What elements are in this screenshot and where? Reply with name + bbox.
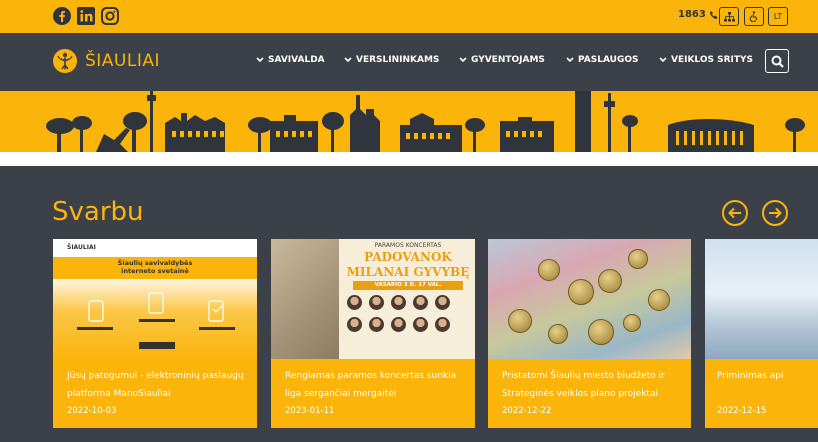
coin-image <box>568 279 594 305</box>
mock-title-line: interneto svetainė <box>121 267 189 275</box>
news-card-image <box>705 239 818 359</box>
coin-image <box>598 269 622 293</box>
nav-item-savivalda[interactable]: SAVIVALDA <box>256 55 325 65</box>
poster-header: PARAMOS KONCERTAS <box>374 242 442 249</box>
chevron-down-icon <box>459 57 467 63</box>
news-card-title: Pristatomi Šiaulių miesto biudžeto ir St… <box>502 371 665 399</box>
chevron-down-icon <box>659 57 667 63</box>
nav-item-verslininkams[interactable]: VERSLININKAMS <box>344 55 439 65</box>
performer-photo <box>435 317 450 332</box>
facebook-icon[interactable] <box>53 7 71 25</box>
phone-icon <box>709 10 718 19</box>
arrow-left-icon <box>728 207 741 219</box>
performer-photo <box>369 295 384 310</box>
language-label: LT <box>773 12 783 21</box>
nav-item-gyventojams[interactable]: GYVENTOJAMS <box>459 55 545 65</box>
news-card[interactable]: Pristatomi Šiaulių miesto biudžeto ir St… <box>488 239 691 428</box>
mock-site-logo: ŠIAULIAI <box>67 244 96 251</box>
sitemap-button[interactable] <box>719 7 739 26</box>
nav-item-paslaugos[interactable]: PASLAUGOS <box>566 55 638 65</box>
coin-image <box>623 314 641 332</box>
poster-title-line: MILANAI GYVYBĘ <box>346 265 470 279</box>
news-card-title: Priminimas api <box>717 371 784 381</box>
mock-site-button <box>139 342 175 349</box>
mock-site-title: Šiaulių savivaldybės interneto svetainė <box>53 259 257 275</box>
carousel-next-button[interactable] <box>762 200 788 226</box>
accessibility-button[interactable] <box>744 7 764 26</box>
coin-image <box>548 324 568 344</box>
concert-poster: PARAMOS KONCERTAS PADOVANOK MILANAI GYVY… <box>271 239 475 359</box>
phone-link[interactable]: 1863 <box>678 9 719 20</box>
poster-photo <box>271 239 339 359</box>
news-card-date: 2022-12-15 <box>717 406 767 416</box>
language-button[interactable]: LT <box>768 7 788 26</box>
news-card-title: Rengiamas paramos koncertas sunkia liga … <box>285 371 457 399</box>
nav-item-label: GYVENTOJAMS <box>471 55 545 65</box>
nav-item-label: PASLAUGOS <box>578 55 639 65</box>
sitemap-icon <box>723 11 735 21</box>
chevron-down-icon <box>344 57 352 63</box>
performer-photo <box>391 295 406 310</box>
news-card[interactable]: Priminimas api 2022-12-15 <box>705 239 818 428</box>
skyline-illustration <box>46 91 805 152</box>
carousel-prev-button[interactable] <box>722 200 748 226</box>
coin-image <box>508 309 532 333</box>
main-navigation-bar: ŠIAULIAI SAVIVALDA VERSLININKAMS GYVENTO… <box>0 33 818 91</box>
chevron-down-icon <box>566 57 574 63</box>
nav-item-label: SAVIVALDA <box>268 55 325 65</box>
performer-photo <box>347 317 362 332</box>
news-card-title: Jūsų patogumui - elektroninių paslaugų p… <box>67 371 244 399</box>
performer-photo <box>435 295 450 310</box>
nav-item-label: VERSLININKAMS <box>356 55 440 65</box>
phone-number: 1863 <box>678 9 706 20</box>
top-bar: 1863 LT <box>0 0 818 33</box>
performer-photo <box>391 317 406 332</box>
poster-title-line: PADOVANOK <box>364 250 452 264</box>
performer-photo <box>413 295 428 310</box>
logo-text: ŠIAULIAI <box>85 51 161 71</box>
search-button[interactable] <box>765 49 789 73</box>
site-logo[interactable]: ŠIAULIAI <box>52 48 160 74</box>
news-card-image: ŠIAULIAI Šiaulių savivaldybės interneto … <box>53 239 257 359</box>
city-emblem-icon <box>53 49 77 73</box>
performer-photo <box>369 317 384 332</box>
news-card-date: 2022-12-22 <box>502 406 552 416</box>
search-icon <box>771 55 784 68</box>
coin-image <box>628 249 648 269</box>
news-card[interactable]: ŠIAULIAI Šiaulių savivaldybės interneto … <box>53 239 257 428</box>
news-card-date: 2023-01-11 <box>285 406 335 416</box>
poster-date: VASARIO 3 D. 17 VAL. <box>353 281 463 290</box>
arrow-right-icon <box>769 207 782 219</box>
chevron-down-icon <box>256 57 264 63</box>
performer-photo <box>347 295 362 310</box>
coin-image <box>588 319 614 345</box>
city-skyline-banner <box>0 91 818 152</box>
nav-item-label: VEIKLOS SRITYS <box>671 55 754 65</box>
news-card-image <box>488 239 691 359</box>
accessibility-icon <box>749 11 758 22</box>
mountain-photo <box>705 239 818 359</box>
news-card[interactable]: PARAMOS KONCERTAS PADOVANOK MILANAI GYVY… <box>271 239 475 428</box>
instagram-icon[interactable] <box>101 7 119 25</box>
news-card-image: PARAMOS KONCERTAS PADOVANOK MILANAI GYVY… <box>271 239 475 359</box>
coin-image <box>648 289 670 311</box>
performer-photo <box>413 317 428 332</box>
section-title: Svarbu <box>52 197 144 227</box>
mock-title-line: Šiaulių savivaldybės <box>117 259 193 267</box>
linkedin-icon[interactable] <box>77 7 95 25</box>
important-news-section: Svarbu ŠIAULIAI Šiaulių savivaldybės int… <box>0 166 818 442</box>
coin-image <box>538 259 560 281</box>
news-card-date: 2022-10-03 <box>67 406 117 416</box>
mock-site-body <box>53 279 257 359</box>
money-photo <box>488 239 691 359</box>
mock-site-header: ŠIAULIAI <box>53 239 257 257</box>
nav-item-veiklos-sritys[interactable]: VEIKLOS SRITYS <box>659 55 753 65</box>
